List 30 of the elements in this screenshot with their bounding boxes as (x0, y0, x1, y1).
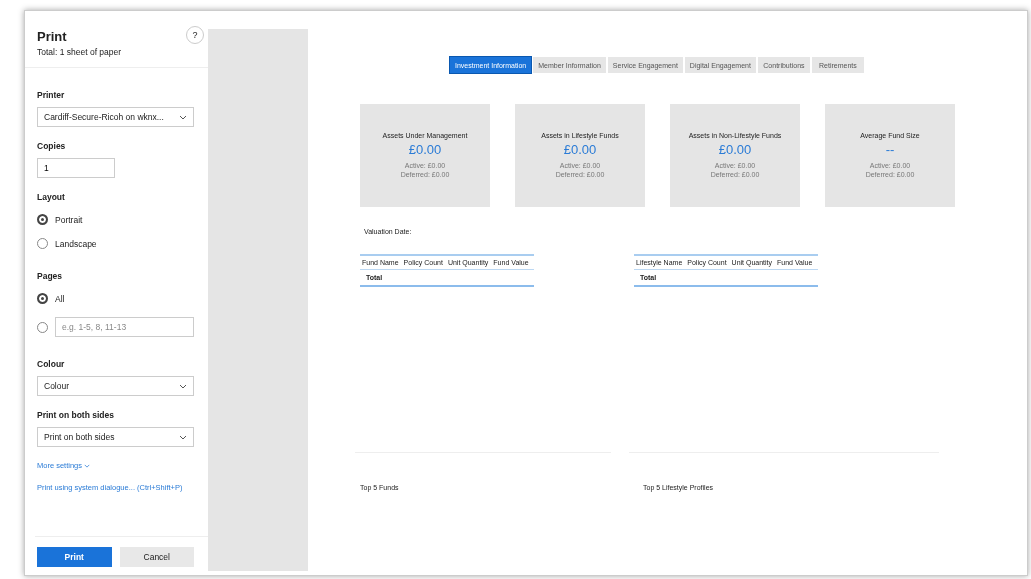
card-value: -- (885, 142, 895, 157)
chevron-down-icon (84, 464, 91, 468)
colour-dropdown[interactable]: Colour (37, 376, 194, 396)
chevron-down-icon (179, 114, 187, 120)
radio-label: Portrait (55, 214, 83, 225)
card-value: £0.00 (718, 142, 752, 157)
page-range-field[interactable]: e.g. 1-5, 8, 11-13 (55, 317, 194, 337)
radio-button[interactable] (37, 238, 48, 249)
radio-button[interactable] (37, 214, 48, 225)
sheet-count: Total: 1 sheet of paper (37, 47, 122, 57)
dialog-title: Print (37, 29, 68, 44)
print-button[interactable]: Print (37, 547, 112, 567)
field-label: Pages (37, 271, 64, 281)
field-label: Copies (37, 141, 67, 151)
cancel-button[interactable]: Cancel (119, 547, 194, 567)
radio-button[interactable] (37, 321, 48, 333)
radio-label: All (55, 293, 65, 304)
copies-field[interactable]: 1 (37, 158, 115, 178)
printer-dropdown[interactable]: Cardiff-Secure-Ricoh on wknx... (37, 107, 194, 127)
radio-button[interactable] (37, 293, 48, 304)
radio-label: Landscape (55, 238, 97, 249)
chevron-down-icon (179, 434, 187, 440)
field-label: Colour (37, 359, 66, 369)
chevron-down-icon (179, 383, 187, 389)
field-label: Layout (37, 192, 66, 202)
card-value: £0.00 (408, 142, 442, 157)
field-label: Print on both sides (37, 410, 115, 420)
field-label: Printer (37, 90, 66, 100)
duplex-dropdown[interactable]: Print on both sides (37, 427, 194, 447)
card-value: £0.00 (563, 142, 597, 157)
